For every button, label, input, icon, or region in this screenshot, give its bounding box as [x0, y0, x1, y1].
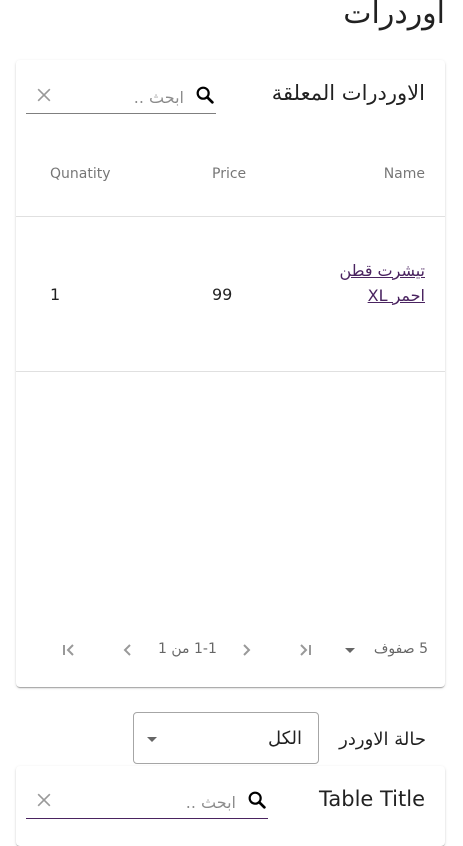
- column-header-quantity[interactable]: Qunatity: [50, 166, 111, 182]
- row-divider: [16, 371, 445, 372]
- order-quantity: 1: [50, 285, 61, 304]
- last-page-icon[interactable]: [294, 638, 318, 662]
- first-page-icon[interactable]: [56, 638, 80, 662]
- header-divider: [16, 216, 445, 217]
- close-icon[interactable]: [34, 85, 54, 105]
- order-price: 99: [212, 285, 233, 304]
- page-title: اوردرات: [343, 0, 445, 31]
- next-page-icon[interactable]: [234, 638, 258, 662]
- column-header-name[interactable]: Name: [384, 166, 425, 182]
- search-input[interactable]: [82, 83, 186, 111]
- order-status-label: حالة الاوردر: [339, 729, 426, 750]
- pagination: 5 صفوف 1-1 من 1: [16, 638, 445, 662]
- table-title: الاوردرات المعلقة: [271, 81, 425, 105]
- rows-per-page-dropdown-icon[interactable]: [338, 638, 362, 662]
- second-table: Table Title: [16, 766, 445, 846]
- column-header-price[interactable]: Price: [212, 166, 246, 182]
- previous-page-icon[interactable]: [116, 638, 140, 662]
- search-icon: [196, 86, 214, 104]
- order-name-link[interactable]: تيشرت قطن احمر XL: [335, 258, 425, 308]
- search-field: [26, 81, 216, 114]
- rows-per-page-label: 5 صفوف: [373, 641, 428, 657]
- table-title: Table Title: [319, 787, 425, 811]
- search-icon: [248, 791, 266, 809]
- search-input[interactable]: [134, 788, 238, 816]
- order-status-select[interactable]: الكل: [133, 712, 319, 764]
- order-status-value: الكل: [267, 728, 302, 749]
- close-icon[interactable]: [34, 790, 54, 810]
- pending-orders-table: الاوردرات المعلقة Name Price Qunatity تي…: [16, 60, 445, 687]
- chevron-down-icon: [147, 737, 157, 742]
- page-range: 1-1 من 1: [158, 641, 217, 657]
- search-field: [26, 786, 268, 819]
